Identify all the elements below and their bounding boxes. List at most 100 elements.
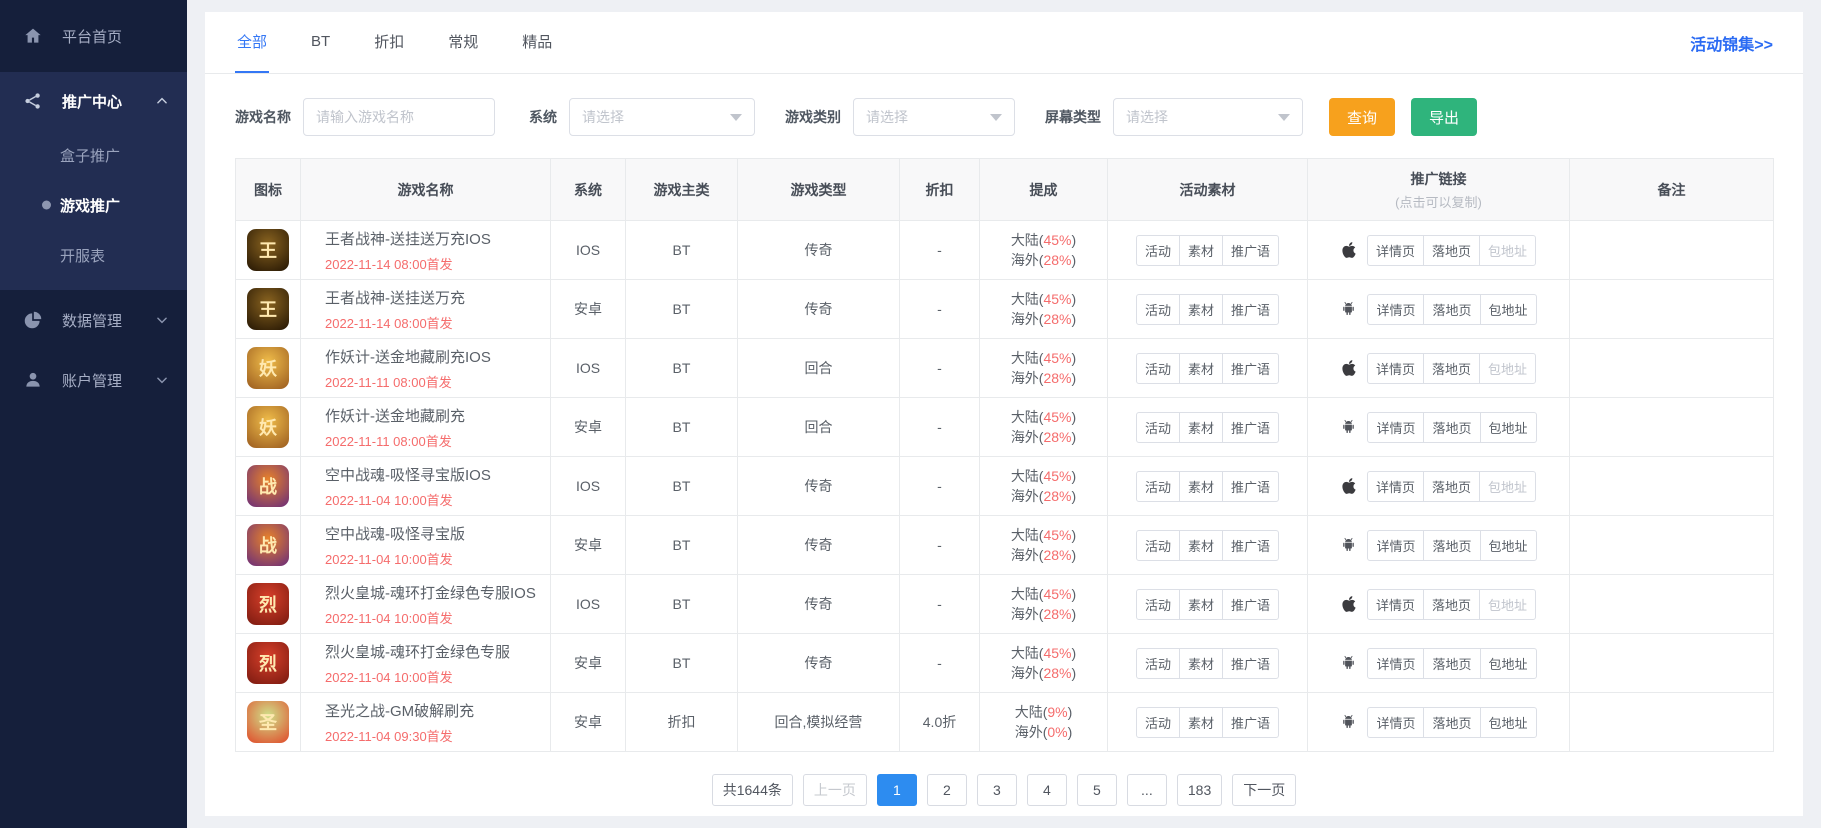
package-url-button[interactable]: 包地址	[1479, 411, 1537, 443]
detail-page-button[interactable]: 详情页	[1366, 234, 1424, 266]
detail-page-button[interactable]: 详情页	[1367, 529, 1425, 561]
chevron-up-icon	[155, 94, 169, 108]
landing-page-button[interactable]: 落地页	[1422, 588, 1480, 620]
user-icon	[22, 370, 44, 390]
activity-button[interactable]: 活动	[1135, 647, 1180, 679]
sidebar-item-promotion-center[interactable]: 推广中心	[0, 72, 187, 130]
next-page-button[interactable]: 下一页	[1232, 774, 1297, 806]
activity-button[interactable]: 活动	[1135, 529, 1180, 561]
sidebar-item-platform-home[interactable]: 平台首页	[0, 0, 187, 72]
prev-page-button[interactable]: 上一页	[802, 774, 867, 806]
screen-type-select[interactable]: 请选择	[1113, 98, 1303, 136]
activity-button[interactable]: 活动	[1135, 411, 1180, 443]
activity-button[interactable]: 活动	[1135, 706, 1180, 738]
game-name: 空中战魂-吸怪寻宝版	[325, 525, 465, 543]
slogan-button[interactable]: 推广语	[1222, 234, 1280, 266]
material-button[interactable]: 素材	[1178, 411, 1223, 443]
name-cell: 烈火皇城-魂环打金绿色专服 2022-11-04 10:00首发	[300, 633, 551, 693]
material-button-group: 活动 素材 推广语	[1135, 529, 1280, 561]
material-button[interactable]: 素材	[1178, 647, 1223, 679]
package-url-button[interactable]: 包地址	[1479, 529, 1537, 561]
slogan-button[interactable]: 推广语	[1222, 529, 1280, 561]
search-button[interactable]: 查询	[1329, 98, 1396, 136]
apple-icon	[1341, 477, 1357, 495]
chevron-down-icon	[155, 373, 169, 387]
package-url-button[interactable]: 包地址	[1479, 234, 1537, 266]
sidebar-item-data-management[interactable]: 数据管理	[0, 290, 187, 350]
tab-item[interactable]: 折扣	[372, 12, 406, 73]
page-button[interactable]: 3	[976, 774, 1017, 806]
detail-page-button[interactable]: 详情页	[1367, 647, 1425, 679]
landing-page-button[interactable]: 落地页	[1423, 647, 1481, 679]
package-url-button[interactable]: 包地址	[1479, 588, 1537, 620]
slogan-button[interactable]: 推广语	[1222, 588, 1280, 620]
detail-page-button[interactable]: 详情页	[1366, 588, 1424, 620]
activity-button[interactable]: 活动	[1135, 234, 1180, 266]
package-url-button[interactable]: 包地址	[1479, 706, 1537, 738]
detail-page-button[interactable]: 详情页	[1366, 352, 1424, 384]
package-url-button[interactable]: 包地址	[1479, 352, 1537, 384]
landing-page-button[interactable]: 落地页	[1423, 529, 1481, 561]
material-button[interactable]: 素材	[1178, 529, 1223, 561]
package-url-button[interactable]: 包地址	[1479, 293, 1537, 325]
mainland-commission: 大陆(45%)	[1010, 468, 1077, 484]
activity-button[interactable]: 活动	[1135, 470, 1180, 502]
landing-page-button[interactable]: 落地页	[1422, 470, 1480, 502]
tab-item[interactable]: 精品	[520, 12, 554, 73]
game-category-select[interactable]: 请选择	[853, 98, 1015, 136]
landing-page-button[interactable]: 落地页	[1422, 352, 1480, 384]
material-button[interactable]: 素材	[1178, 352, 1223, 384]
caret-down-icon	[1278, 113, 1290, 121]
material-button[interactable]: 素材	[1178, 293, 1223, 325]
material-button[interactable]: 素材	[1178, 470, 1223, 502]
column-header: 备注	[1569, 158, 1774, 221]
landing-page-button[interactable]: 落地页	[1422, 234, 1480, 266]
tab-item[interactable]: 常规	[446, 12, 480, 73]
page-button[interactable]: 5	[1076, 774, 1117, 806]
link-cell: 详情页 落地页 包地址	[1307, 279, 1570, 339]
material-button[interactable]: 素材	[1178, 706, 1223, 738]
page-button[interactable]: 183	[1176, 774, 1223, 806]
activity-button[interactable]: 活动	[1135, 588, 1180, 620]
tab-item[interactable]: BT	[309, 12, 332, 73]
package-url-button[interactable]: 包地址	[1479, 647, 1537, 679]
package-url-button[interactable]: 包地址	[1479, 470, 1537, 502]
slogan-button[interactable]: 推广语	[1222, 411, 1280, 443]
sidebar-item-game-promotion[interactable]: 游戏推广	[0, 180, 187, 230]
slogan-button[interactable]: 推广语	[1222, 293, 1280, 325]
remark-cell	[1569, 633, 1774, 693]
apple-icon	[1341, 359, 1357, 377]
slogan-button[interactable]: 推广语	[1222, 647, 1280, 679]
page-ellipsis[interactable]: ...	[1126, 774, 1167, 806]
tab-item[interactable]: 全部	[235, 12, 270, 73]
export-button[interactable]: 导出	[1411, 98, 1478, 136]
activity-button[interactable]: 活动	[1135, 352, 1180, 384]
page-button[interactable]: 2	[926, 774, 967, 806]
sidebar-item-account-management[interactable]: 账户管理	[0, 350, 187, 410]
main-type-cell: BT	[625, 397, 738, 457]
game-name-input[interactable]	[303, 98, 495, 136]
material-button[interactable]: 素材	[1178, 588, 1223, 620]
slogan-button[interactable]: 推广语	[1222, 470, 1280, 502]
detail-page-button[interactable]: 详情页	[1366, 470, 1424, 502]
name-cell: 圣光之战-GM破解刷充 2022-11-04 09:30首发	[300, 692, 551, 752]
sidebar-item-box-promotion[interactable]: 盒子推广	[0, 130, 187, 180]
name-cell: 空中战魂-吸怪寻宝版IOS 2022-11-04 10:00首发	[300, 456, 551, 516]
landing-page-button[interactable]: 落地页	[1423, 706, 1481, 738]
activity-button[interactable]: 活动	[1135, 293, 1180, 325]
main-type-cell: BT	[625, 279, 738, 339]
material-button[interactable]: 素材	[1178, 234, 1223, 266]
slogan-button[interactable]: 推广语	[1222, 352, 1280, 384]
detail-page-button[interactable]: 详情页	[1367, 411, 1425, 443]
detail-page-button[interactable]: 详情页	[1367, 293, 1425, 325]
page-button[interactable]: 1	[876, 774, 917, 806]
landing-page-button[interactable]: 落地页	[1423, 411, 1481, 443]
page-button[interactable]: 4	[1026, 774, 1067, 806]
landing-page-button[interactable]: 落地页	[1423, 293, 1481, 325]
slogan-button[interactable]: 推广语	[1222, 706, 1280, 738]
overseas-commission: 海外(28%)	[1010, 665, 1077, 681]
activity-collection-link[interactable]: 活动锦集>>	[1690, 31, 1773, 55]
system-select[interactable]: 请选择	[569, 98, 755, 136]
detail-page-button[interactable]: 详情页	[1367, 706, 1425, 738]
sidebar-item-server-schedule[interactable]: 开服表	[0, 230, 187, 280]
